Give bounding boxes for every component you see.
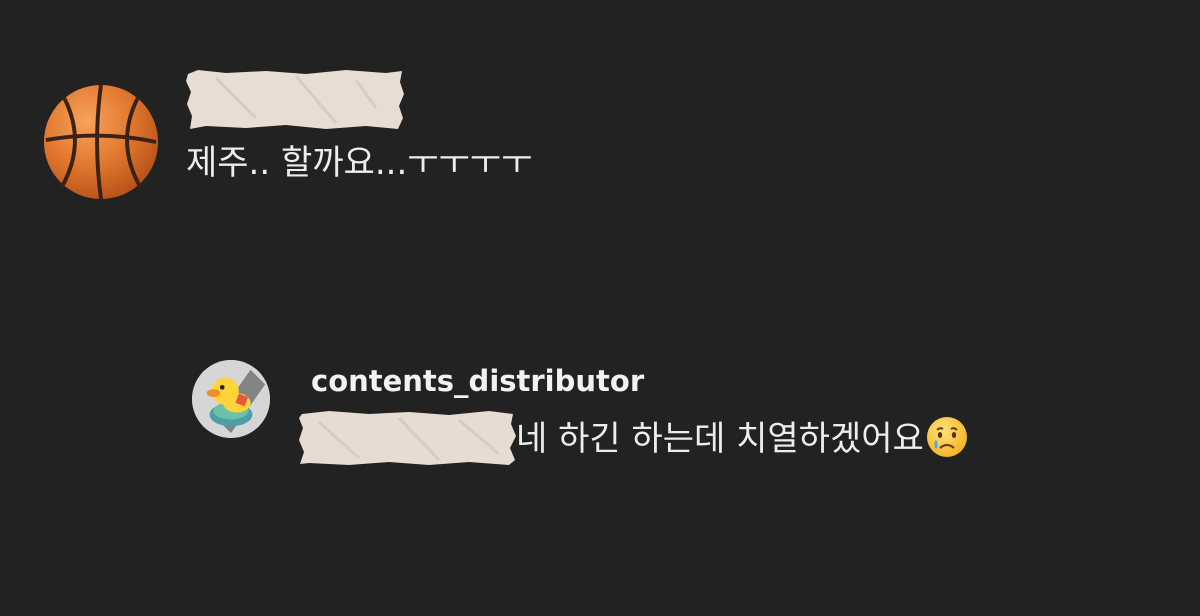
comment-item: 제주.. 할까요...ㅜㅜㅜㅜ (40, 68, 680, 208)
reply-text-body: 네 하긴 하는데 치열하겠어요 (516, 419, 924, 459)
redaction-tape (186, 70, 404, 129)
redaction-tape (299, 411, 516, 465)
rubber-duck-avatar[interactable] (192, 360, 270, 438)
comment-thread: 제주.. 할까요...ㅜㅜㅜㅜ contents_distributor 네 하… (0, 0, 1200, 616)
comment-text: 제주.. 할까요...ㅜㅜㅜㅜ (186, 143, 533, 183)
reply-text: 네 하긴 하는데 치열하겠어요 (516, 416, 968, 461)
reply-username[interactable]: contents_distributor (311, 364, 644, 398)
reply-item: contents_distributor 네 하긴 하는데 치열하겠어요 (190, 358, 1070, 478)
basketball-icon[interactable] (42, 83, 160, 201)
crying-face-icon (926, 417, 967, 457)
